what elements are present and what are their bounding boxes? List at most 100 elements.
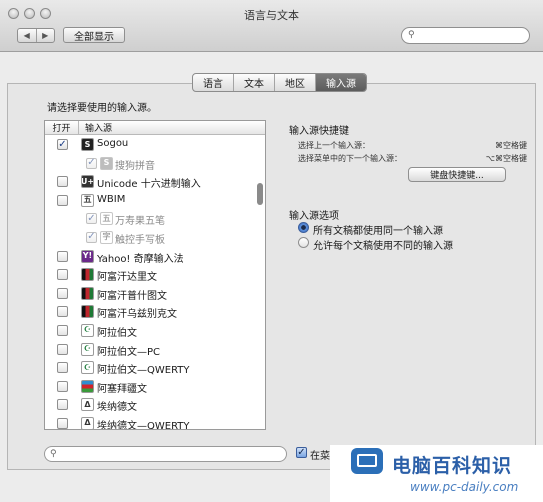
enable-checkbox[interactable] xyxy=(57,306,68,318)
icon-glyph: ☪ xyxy=(83,344,92,354)
enable-checkbox[interactable] xyxy=(57,380,68,392)
icon-glyph: ☪ xyxy=(83,362,92,372)
list-item[interactable]: U+ Unicode 十六进制输入 xyxy=(45,172,265,191)
prev-source-label: 选择上一个输入源： xyxy=(298,141,370,150)
enable-checkbox[interactable] xyxy=(57,324,68,336)
list-item[interactable]: ᐃ 埃纳德文 xyxy=(45,395,265,414)
next-source-shortcut: ⌥⌘空格键 xyxy=(485,154,527,163)
crescent-icon: ☪ xyxy=(81,323,94,337)
column-header-source[interactable]: 输入源 xyxy=(79,121,265,134)
tab-bar: 语言 文本 地区 输入源 xyxy=(192,73,367,92)
enable-checkbox[interactable]: ✓ xyxy=(86,157,97,169)
wbim-icon: 五 xyxy=(81,193,94,207)
enable-checkbox[interactable] xyxy=(57,343,68,355)
input-source-label: 阿拉伯文—QWERTY xyxy=(97,365,190,377)
list-item[interactable]: ᐃ 埃纳德文—QWERTY xyxy=(45,414,265,429)
list-item[interactable]: ✓ S Sogou xyxy=(45,135,265,154)
inuktitut-icon: ᐃ xyxy=(81,398,94,412)
icon-glyph: S xyxy=(84,139,91,149)
icon-glyph: U+ xyxy=(81,176,94,186)
icon-glyph: ᐃ xyxy=(84,418,91,428)
icon-glyph: 五 xyxy=(102,213,111,223)
enable-checkbox[interactable] xyxy=(57,417,68,429)
yahoo-icon: Y! xyxy=(81,249,94,263)
list-item[interactable]: ☪ 阿拉伯文—PC xyxy=(45,340,265,359)
show-all-button[interactable]: 全部显示 xyxy=(63,27,125,43)
tab-language[interactable]: 语言 xyxy=(193,74,233,91)
radio-same-source[interactable] xyxy=(298,222,309,233)
input-source-label: 阿拉伯文—PC xyxy=(97,346,161,358)
enable-checkbox[interactable] xyxy=(57,269,68,281)
list-item[interactable]: 阿富汗达里文 xyxy=(45,265,265,284)
input-source-prompt: 请选择要使用的输入源。 xyxy=(47,103,157,114)
enable-checkbox[interactable]: ✓ xyxy=(86,231,97,243)
prev-source-shortcut: ⌘空格键 xyxy=(495,141,527,150)
input-source-label: 阿拉伯文 xyxy=(97,327,137,339)
list-item[interactable]: ✓ 字触控手写板 xyxy=(45,228,265,247)
input-source-label: 阿富汗普什图文 xyxy=(97,290,167,302)
toolbar-search-field[interactable]: ⚲ xyxy=(401,27,530,44)
icon-glyph: 五 xyxy=(83,195,92,205)
list-item[interactable]: 五 WBIM xyxy=(45,191,265,210)
enable-checkbox[interactable] xyxy=(57,287,68,299)
azerbaijan-flag-icon xyxy=(81,379,94,393)
enable-checkbox[interactable] xyxy=(57,176,68,188)
input-source-label: 阿富汗乌兹别克文 xyxy=(97,309,177,321)
window-titlebar: 语言与文本 ◀ ▶ 全部显示 ⚲ xyxy=(0,0,543,52)
keyboard-shortcuts-button[interactable]: 键盘快捷键... xyxy=(408,167,506,182)
options-title: 输入源选项 xyxy=(289,211,339,222)
list-item[interactable]: ☪ 阿拉伯文 xyxy=(45,321,265,340)
sogou-icon: S xyxy=(100,156,113,170)
enable-checkbox[interactable] xyxy=(57,194,68,206)
input-source-label: 触控手写板 xyxy=(115,234,165,246)
radio-per-document-source-label: 允许每个文稿使用不同的输入源 xyxy=(313,241,453,252)
icon-glyph: ☪ xyxy=(83,325,92,335)
enable-checkbox[interactable]: ✓ xyxy=(86,213,97,225)
afghan-flag-icon xyxy=(81,268,94,282)
back-arrow-icon[interactable]: ◀ xyxy=(18,29,36,42)
input-source-label: Unicode 十六进制输入 xyxy=(97,179,201,191)
sogou-icon: S xyxy=(81,138,94,151)
icon-glyph: Y! xyxy=(82,251,93,261)
tab-input-sources[interactable]: 输入源 xyxy=(315,74,366,91)
crescent-icon: ☪ xyxy=(81,361,94,375)
enable-checkbox[interactable] xyxy=(57,250,68,262)
list-header: 打开 输入源 xyxy=(45,121,265,135)
nav-back-forward: ◀ ▶ xyxy=(17,28,55,43)
list-item[interactable]: ✓ 五万寿果五笔 xyxy=(45,209,265,228)
input-source-label: 阿塞拜疆文 xyxy=(97,383,147,395)
window-title: 语言与文本 xyxy=(244,9,299,22)
tab-text[interactable]: 文本 xyxy=(233,74,274,91)
column-header-enable[interactable]: 打开 xyxy=(45,121,79,134)
list-item[interactable]: ✓ S 搜狗拼音 xyxy=(45,154,265,173)
wubi-icon: 五 xyxy=(100,212,113,226)
monitor-logo-icon xyxy=(351,448,383,474)
crescent-icon: ☪ xyxy=(81,342,94,356)
input-source-rows: ✓ S Sogou ✓ S 搜狗拼音 U+ Unicode 十六进制输入五 WBIM ✓ 五万寿果五… xyxy=(45,135,265,429)
enable-checkbox[interactable]: ✓ xyxy=(57,139,68,150)
radio-per-document-source[interactable] xyxy=(298,237,309,248)
tab-region[interactable]: 地区 xyxy=(274,74,315,91)
list-item[interactable]: ☪ 阿拉伯文—QWERTY xyxy=(45,358,265,377)
forward-arrow-icon[interactable]: ▶ xyxy=(35,29,55,42)
icon-glyph: S xyxy=(103,158,110,168)
magnifier-icon: ⚲ xyxy=(50,449,57,459)
input-source-search-field[interactable]: ⚲ xyxy=(44,446,287,462)
inuktitut-icon: ᐃ xyxy=(81,416,94,429)
list-item[interactable]: 阿富汗乌兹别克文 xyxy=(45,302,265,321)
list-item[interactable]: 阿富汗普什图文 xyxy=(45,284,265,303)
watermark-title: 电脑百科知识 xyxy=(392,455,513,477)
list-scrollbar[interactable] xyxy=(257,183,263,205)
handwriting-icon: 字 xyxy=(100,230,113,244)
show-input-menu-checkbox[interactable]: ✓ xyxy=(296,447,307,458)
list-item[interactable]: 阿塞拜疆文 xyxy=(45,377,265,396)
input-source-list[interactable]: 打开 输入源 ✓ S Sogou ✓ S 搜狗拼音 U+ Unicode 十六进制输入五 WBI… xyxy=(44,120,266,430)
enable-checkbox[interactable] xyxy=(57,399,68,411)
list-item[interactable]: Y! Yahoo! 奇摩输入法 xyxy=(45,247,265,266)
input-source-label: Yahoo! 奇摩输入法 xyxy=(97,253,184,265)
watermark-url: www.pc-daily.com xyxy=(410,480,519,494)
input-source-label: 阿富汗达里文 xyxy=(97,272,157,284)
enable-checkbox[interactable] xyxy=(57,362,68,374)
icon-glyph: 字 xyxy=(102,232,111,242)
input-source-label: 搜狗拼音 xyxy=(115,160,155,172)
